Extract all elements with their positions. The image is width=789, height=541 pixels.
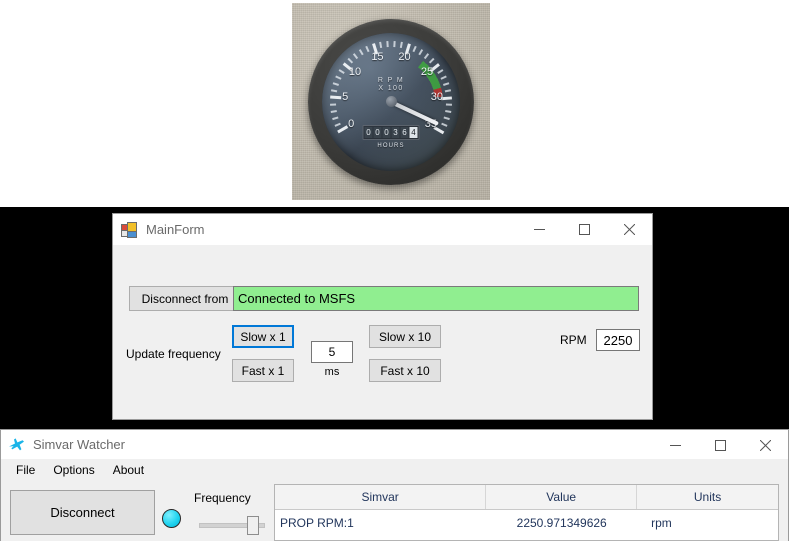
- interval-input[interactable]: 5: [311, 341, 353, 363]
- dial-number-20: 20: [398, 51, 410, 63]
- needle-hub: [386, 96, 397, 107]
- close-icon[interactable]: [743, 430, 788, 461]
- mainform-titlebar[interactable]: MainForm: [113, 214, 652, 245]
- simvar-titlebar[interactable]: Simvar Watcher: [1, 430, 788, 459]
- column-header-simvar[interactable]: Simvar: [275, 485, 486, 509]
- hour-meter-digit: 0: [365, 127, 373, 138]
- screen-root: R P M X 100 05101520253035 000364 HOURS …: [0, 0, 789, 541]
- dial-number-25: 25: [421, 66, 433, 78]
- dial-number-5: 5: [342, 91, 348, 103]
- hour-meter-digit: 0: [374, 127, 382, 138]
- hour-meter-digit: 6: [401, 127, 409, 138]
- slow-x1-button[interactable]: Slow x 1: [232, 325, 294, 348]
- slow-x10-button[interactable]: Slow x 10: [369, 325, 441, 348]
- simvar-title: Simvar Watcher: [33, 437, 125, 452]
- simvar-body: Disconnect Frequency SimvarValueUnits PR…: [1, 481, 788, 541]
- winforms-icon: [121, 222, 137, 238]
- minimize-icon[interactable]: [653, 430, 698, 461]
- dial-number-30: 30: [431, 91, 443, 103]
- fast-x1-button[interactable]: Fast x 1: [232, 359, 294, 382]
- column-header-value[interactable]: Value: [486, 485, 637, 509]
- table-body: PROP RPM:12250.971349626rpm: [275, 510, 778, 536]
- disconnect-button[interactable]: Disconnect: [10, 490, 155, 535]
- aircraft-tachometer-gauge: R P M X 100 05101520253035 000364 HOURS: [292, 3, 490, 200]
- hour-meter-tenth-digit: 4: [410, 127, 418, 138]
- dial-number-0: 0: [348, 118, 354, 130]
- interval-units-label: ms: [311, 366, 353, 378]
- simvar-watcher-window: Simvar Watcher FileOptionsAbout Disconne…: [0, 429, 789, 541]
- cell-value: 2250.971349626: [486, 516, 637, 530]
- hour-meter: 000364: [363, 125, 420, 140]
- photo-band: R P M X 100 05101520253035 000364 HOURS: [0, 0, 789, 207]
- mainform-window-controls: [517, 214, 652, 245]
- rpm-label: RPM: [560, 333, 587, 347]
- update-frequency-label: Update frequency: [126, 347, 221, 361]
- table-row[interactable]: PROP RPM:12250.971349626rpm: [275, 510, 778, 536]
- menu-item-about[interactable]: About: [104, 461, 153, 479]
- simvar-table: SimvarValueUnits PROP RPM:12250.97134962…: [274, 484, 779, 541]
- airplane-icon: [7, 437, 25, 453]
- connection-led-indicator: [162, 509, 181, 528]
- mainform-title: MainForm: [146, 222, 205, 237]
- fast-x10-button[interactable]: Fast x 10: [369, 359, 441, 382]
- menu-item-file[interactable]: File: [7, 461, 44, 479]
- mainform-body: Disconnect from Connected to MSFS Update…: [113, 245, 652, 419]
- dial-rpm-label: R P M X 100: [378, 77, 404, 95]
- maximize-icon[interactable]: [698, 430, 743, 461]
- simvar-menubar: FileOptionsAbout: [1, 459, 788, 481]
- connection-status-field: Connected to MSFS: [233, 286, 639, 311]
- column-header-units[interactable]: Units: [637, 485, 778, 509]
- simvar-window-controls: [653, 430, 788, 461]
- disconnect-from-button[interactable]: Disconnect from: [129, 286, 241, 311]
- frequency-slider-thumb[interactable]: [247, 516, 259, 535]
- rpm-value-field[interactable]: 2250: [596, 329, 640, 351]
- hours-text: HOURS: [377, 143, 404, 149]
- gauge-face: R P M X 100 05101520253035 000364 HOURS: [322, 33, 460, 171]
- gauge-bezel: R P M X 100 05101520253035 000364 HOURS: [308, 19, 474, 185]
- cell-units: rpm: [637, 516, 778, 530]
- dial-number-10: 10: [349, 66, 361, 78]
- dial-number-15: 15: [371, 51, 383, 63]
- frequency-slider[interactable]: [199, 514, 265, 536]
- minimize-icon[interactable]: [517, 214, 562, 245]
- frequency-label: Frequency: [194, 491, 251, 505]
- table-header-row: SimvarValueUnits: [275, 485, 778, 510]
- hour-meter-digit: 3: [392, 127, 400, 138]
- close-icon[interactable]: [607, 214, 652, 245]
- cell-simvar: PROP RPM:1: [275, 516, 486, 530]
- menu-item-options[interactable]: Options: [44, 461, 103, 479]
- mainform-window: MainForm Disconnect from Connected to MS…: [112, 213, 653, 420]
- hour-meter-digit: 0: [383, 127, 391, 138]
- maximize-icon[interactable]: [562, 214, 607, 245]
